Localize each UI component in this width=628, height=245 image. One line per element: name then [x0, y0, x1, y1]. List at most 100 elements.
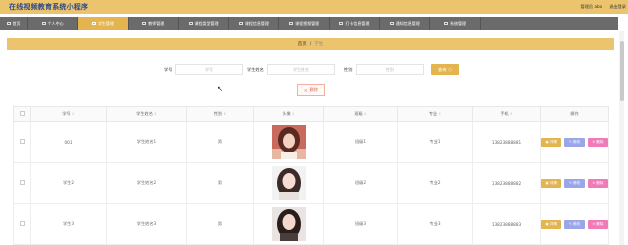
logout-link[interactable]: 退出登录 [609, 4, 626, 10]
select-all-checkbox[interactable] [19, 111, 25, 116]
col-header-label: 班级 [354, 111, 363, 116]
sort-icon: ⇕ [438, 112, 442, 116]
remove-button[interactable]: ✕ 删除 [587, 178, 608, 188]
category-icon [188, 21, 193, 26]
checkin-icon [339, 21, 344, 26]
home-icon [6, 21, 11, 26]
col-header-label: 专业 [428, 111, 438, 116]
vertical-scrollbar[interactable] [619, 31, 624, 245]
scrollbar-thumb[interactable] [619, 41, 624, 101]
batch-delete-button[interactable]: ✕ 删除 [297, 84, 325, 96]
remove-button[interactable]: ✕ 删除 [587, 219, 608, 229]
nav-item-label: 课程视频管理 [295, 20, 320, 26]
table-row: 学生2 学生姓名2 男 班级2 专业2 13823888882 ▣ 详情 ✎ 修改 … [13, 162, 609, 204]
cell-phone: 13823888881 [472, 121, 541, 163]
avatar[interactable] [271, 166, 306, 200]
nav-item-students[interactable]: 学生管理 [78, 17, 129, 30]
nav-item-videos[interactable]: 课程视频管理 [279, 17, 330, 30]
edit-button[interactable]: ✎ 修改 [564, 137, 585, 147]
edit-icon: ✎ [568, 181, 572, 185]
nav-item-checkins[interactable]: 打卡信息管理 [330, 17, 381, 30]
row-checkbox[interactable] [19, 139, 25, 144]
avatar[interactable] [271, 125, 306, 159]
col-header-id[interactable]: 学号⇕ [30, 106, 107, 122]
search-button[interactable]: 查询 ○ [431, 64, 459, 75]
gender-input[interactable]: 性别 [356, 64, 424, 75]
search-button-label: 查询 [437, 66, 447, 72]
detail-button[interactable]: ▣ 详情 [541, 219, 562, 229]
nav-item-notices[interactable]: 通知信息管理 [380, 17, 431, 30]
cell-major: 专业1 [397, 121, 473, 163]
detail-button[interactable]: ▣ 详情 [541, 137, 562, 147]
detail-label: 详情 [549, 139, 557, 144]
col-header-phone[interactable]: 手机⇕ [472, 106, 541, 122]
nav-item-system[interactable]: 系统管理 [430, 17, 481, 30]
breadcrumb-separator: / [309, 41, 312, 47]
row-checkbox-cell[interactable] [13, 203, 31, 245]
detail-label: 详情 [549, 180, 557, 185]
col-header-label: 手机 [500, 111, 509, 116]
col-header-gender[interactable]: 性别⇕ [186, 106, 254, 122]
video-icon [289, 21, 294, 26]
nav-item-home[interactable]: 首页 [0, 17, 28, 30]
nav-item-teachers[interactable]: 教师管理 [129, 17, 179, 30]
nav-item-courses[interactable]: 课程信息管理 [229, 17, 280, 30]
batch-delete-label: 删除 [309, 87, 318, 92]
avatar[interactable] [271, 207, 306, 241]
cell-gender: 男 [186, 162, 254, 204]
edit-button[interactable]: ✎ 修改 [564, 219, 585, 229]
student-name-input[interactable]: 学生姓名 [267, 64, 335, 75]
nav-item-personal[interactable]: 个人中心 [28, 17, 79, 30]
detail-label: 详情 [549, 221, 557, 226]
row-checkbox[interactable] [19, 180, 25, 185]
nav-item-course-types[interactable]: 课程类型管理 [179, 17, 230, 30]
current-user: 管理员 abo [580, 4, 603, 9]
settings-icon [444, 21, 449, 26]
row-checkbox-cell[interactable] [13, 121, 31, 163]
nav-item-label: 教师管理 [148, 20, 165, 26]
cell-gender: 男 [186, 203, 254, 245]
col-header-label: 性别 [213, 111, 223, 116]
breadcrumb: 首页 / 学生 [7, 38, 614, 50]
cell-avatar [253, 121, 324, 163]
student-id-label: 学号 [164, 67, 173, 72]
cell-class: 班级3 [323, 203, 398, 245]
table-header-row: 学号⇕ 学生姓名⇕ 性别⇕ 头像⇕ 班级⇕ 专业⇕ 手机⇕ 操作 [13, 106, 609, 122]
student-table: 学号⇕ 学生姓名⇕ 性别⇕ 头像⇕ 班级⇕ 专业⇕ 手机⇕ 操作 001 学生姓… [13, 106, 609, 245]
breadcrumb-current: 学生 [314, 42, 324, 47]
cell-gender: 男 [186, 121, 254, 163]
cell-actions: ▣ 详情 ✎ 修改 ✕ 删除 [540, 121, 609, 163]
breadcrumb-home[interactable]: 首页 [298, 41, 307, 47]
col-header-name[interactable]: 学生姓名⇕ [106, 106, 187, 122]
trash-icon: ✕ [592, 140, 596, 144]
gender-label: 性别 [344, 67, 353, 72]
remove-button[interactable]: ✕ 删除 [587, 137, 608, 147]
cell-actions: ▣ 详情 ✎ 修改 ✕ 删除 [540, 162, 609, 204]
row-checkbox[interactable] [19, 221, 25, 226]
edit-label: 修改 [572, 221, 581, 226]
cell-class: 班级1 [323, 121, 398, 163]
search-icon: ○ [448, 67, 453, 72]
student-name-label: 学生姓名 [247, 67, 264, 72]
cell-actions: ▣ 详情 ✎ 修改 ✕ 删除 [540, 203, 609, 245]
sort-icon: ⇕ [509, 112, 513, 116]
nav-item-label: 通知信息管理 [395, 20, 420, 26]
nav-item-label: 课程信息管理 [244, 20, 269, 26]
col-header-major[interactable]: 专业⇕ [397, 106, 473, 122]
col-header-class[interactable]: 班级⇕ [323, 106, 398, 122]
student-id-input[interactable]: 学号 [175, 64, 243, 75]
select-all-checkbox-cell[interactable] [13, 106, 31, 122]
nav-item-label: 课程类型管理 [194, 20, 219, 26]
edit-button[interactable]: ✎ 修改 [564, 178, 585, 188]
cell-class: 班级2 [323, 162, 398, 204]
col-header-label: 学生姓名 [136, 111, 153, 116]
detail-button[interactable]: ▣ 详情 [541, 178, 562, 188]
nav-item-label: 首页 [12, 20, 21, 26]
cell-name: 学生姓名3 [106, 203, 187, 245]
main-nav: 首页 个人中心 学生管理 教师管理 课程类型管理 课程信息管理 课程视频管理 打… [0, 17, 618, 30]
course-icon [238, 21, 243, 26]
app-title: 在线视频教育系统小程序 [9, 3, 89, 11]
row-checkbox-cell[interactable] [13, 162, 31, 204]
trash-icon: ✕ [592, 181, 596, 185]
col-header-avatar[interactable]: 头像⇕ [253, 106, 324, 122]
